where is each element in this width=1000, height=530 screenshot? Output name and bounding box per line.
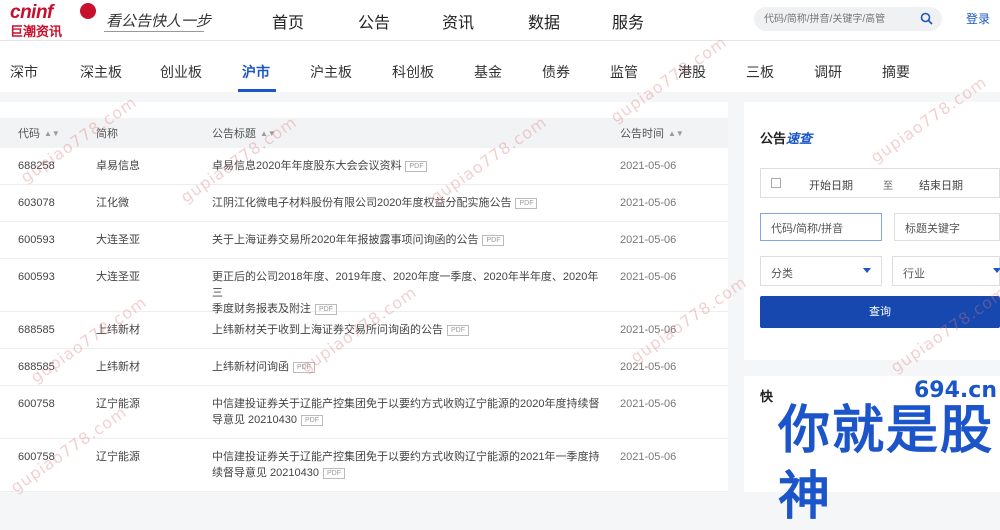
search-input[interactable] — [764, 11, 914, 27]
pdf-icon[interactable]: PDF — [301, 415, 323, 426]
announcement-title[interactable]: 中信建投证券关于辽能产控集团免于以要约方式收购辽宁能源的2021年一季度持 续督导… — [212, 449, 604, 481]
tab-sz-main-board[interactable]: 深主板 — [80, 62, 122, 82]
nav-services[interactable]: 服务 — [612, 9, 644, 33]
active-tab-indicator — [238, 89, 276, 92]
table-row[interactable]: 600593 大连圣亚 更正后的公司2018年度、2019年度、2020年度一季度、… — [0, 259, 728, 315]
stock-code[interactable]: 600758 — [18, 396, 55, 412]
login-link[interactable]: 登录 — [966, 10, 990, 27]
tab-bonds[interactable]: 债券 — [542, 62, 570, 82]
table-row[interactable]: 688585 上纬新材 上纬新材问询函 PDF 2021-05-06 — [0, 349, 728, 386]
nav-announcements[interactable]: 公告 — [358, 9, 390, 33]
pdf-icon[interactable]: PDF — [447, 325, 469, 336]
start-date-field[interactable]: 开始日期 — [809, 177, 853, 193]
quick-search-title: 公告速查 — [760, 131, 813, 146]
stock-code[interactable]: 603078 — [18, 195, 55, 211]
nav-home[interactable]: 首页 — [272, 9, 304, 33]
date-range-picker[interactable]: 开始日期 至 结束日期 — [760, 168, 1000, 198]
tab-chinext[interactable]: 创业板 — [160, 62, 202, 82]
logo-cn-text: 巨潮资讯 — [10, 24, 63, 39]
top-bar: cninf 巨潮资讯 看公告快人一步 首页 公告 资讯 数据 服务 登录 — [0, 0, 1000, 40]
announcement-title[interactable]: 上纬新材关于收到上海证券交易所问询函的公告 PDF — [212, 322, 604, 338]
nav-news[interactable]: 资讯 — [442, 9, 474, 33]
stock-code[interactable]: 600593 — [18, 269, 55, 285]
tab-neeq[interactable]: 三板 — [746, 62, 774, 82]
tab-sh-market[interactable]: 沪市 — [242, 62, 270, 82]
pdf-icon[interactable]: PDF — [482, 235, 505, 246]
code-search-input[interactable]: 代码/简称/拼音 — [760, 213, 882, 241]
nav-data[interactable]: 数据 — [528, 9, 560, 33]
pdf-icon[interactable]: PDF — [515, 198, 538, 209]
stock-name[interactable]: 卓易信息 — [96, 158, 140, 174]
table-row[interactable]: 600758 辽宁能源 中信建投证券关于辽能产控集团免于以要约方式收购辽宁能源的20… — [0, 439, 728, 492]
stock-code[interactable]: 600593 — [18, 232, 55, 248]
logo-mark-icon — [80, 3, 96, 19]
cninfo-logo[interactable]: cninf 巨潮资讯 — [10, 2, 96, 39]
announcement-table: 代码 ▲▼ 简称 公告标题 ▲▼ 公告时间 ▲▼ 688258 卓易信息 卓易信息2020… — [0, 102, 728, 492]
table-row[interactable]: 603078 江化微 江阴江化微电子材料股份有限公司2020年度权益分配实施公告 PD… — [0, 185, 728, 222]
announcement-title[interactable]: 卓易信息2020年年度股东大会会议资料 PDF — [212, 158, 604, 174]
industry-select[interactable]: 行业 — [892, 256, 1000, 286]
keyword-input[interactable]: 标题关键字 — [894, 213, 1000, 241]
stock-name[interactable]: 大连圣亚 — [96, 232, 140, 248]
date-separator: 至 — [883, 181, 893, 192]
sort-icon[interactable]: ▲▼ — [44, 129, 60, 138]
sort-icon[interactable]: ▲▼ — [668, 129, 684, 138]
quick-links-label: 快 — [760, 389, 774, 404]
tab-summary[interactable]: 摘要 — [882, 62, 910, 82]
table-row[interactable]: 688258 卓易信息 卓易信息2020年年度股东大会会议资料 PDF 2021-05-… — [0, 148, 728, 185]
stock-name[interactable]: 上纬新材 — [96, 359, 140, 375]
tab-star-market[interactable]: 科创板 — [392, 62, 434, 82]
announcement-title[interactable]: 江阴江化微电子材料股份有限公司2020年度权益分配实施公告 PDF — [212, 195, 604, 211]
announcement-time: 2021-05-06 — [620, 451, 677, 463]
stock-name[interactable]: 江化微 — [96, 195, 129, 211]
table-row[interactable]: 600593 大连圣亚 关于上海证券交易所2020年年报披露事项问询函的公告 PDF 2… — [0, 222, 728, 259]
chevron-down-icon — [993, 268, 1000, 273]
pdf-icon[interactable]: PDF — [405, 161, 428, 172]
calendar-icon — [771, 178, 781, 188]
announcement-title[interactable]: 关于上海证券交易所2020年年报披露事项问询函的公告 PDF — [212, 232, 604, 248]
announcement-time: 2021-05-06 — [620, 197, 677, 209]
announcement-time: 2021-05-06 — [620, 398, 677, 410]
end-date-field[interactable]: 结束日期 — [919, 177, 963, 193]
watermark-banner: 你就是股神 — [778, 401, 995, 527]
search-box[interactable] — [754, 7, 942, 31]
slogan: 看公告快人一步 — [106, 12, 212, 30]
search-icon[interactable] — [920, 12, 933, 25]
announcement-time: 2021-05-06 — [620, 234, 677, 246]
announcement-title[interactable]: 上纬新材问询函 PDF — [212, 359, 604, 375]
tab-funds[interactable]: 基金 — [474, 62, 502, 82]
announcement-title[interactable]: 中信建投证券关于辽能产控集团免于以要约方式收购辽宁能源的2020年度持续督 导意见… — [212, 396, 604, 428]
pdf-icon[interactable]: PDF — [323, 468, 345, 479]
stock-name[interactable]: 辽宁能源 — [96, 449, 140, 465]
col-time-header[interactable]: 公告时间 ▲▼ — [620, 125, 684, 141]
tab-research[interactable]: 调研 — [814, 62, 842, 82]
slogan-underline — [104, 31, 204, 32]
tab-sz-market[interactable]: 深市 — [10, 62, 38, 82]
announcement-time: 2021-05-06 — [620, 160, 677, 172]
announcement-time: 2021-05-06 — [620, 271, 677, 283]
tab-sh-main-board[interactable]: 沪主板 — [310, 62, 352, 82]
chevron-down-icon — [863, 268, 871, 273]
tab-regulation[interactable]: 监管 — [610, 62, 638, 82]
col-code-header[interactable]: 代码 ▲▼ — [18, 125, 60, 141]
category-select[interactable]: 分类 — [760, 256, 882, 286]
stock-code[interactable]: 688585 — [18, 322, 55, 338]
market-tabs: 深市 深主板 创业板 沪市 沪主板 科创板 基金 债券 监管 港股 三板 调研 … — [0, 40, 1000, 92]
announcement-time: 2021-05-06 — [620, 361, 677, 373]
stock-name[interactable]: 大连圣亚 — [96, 269, 140, 285]
